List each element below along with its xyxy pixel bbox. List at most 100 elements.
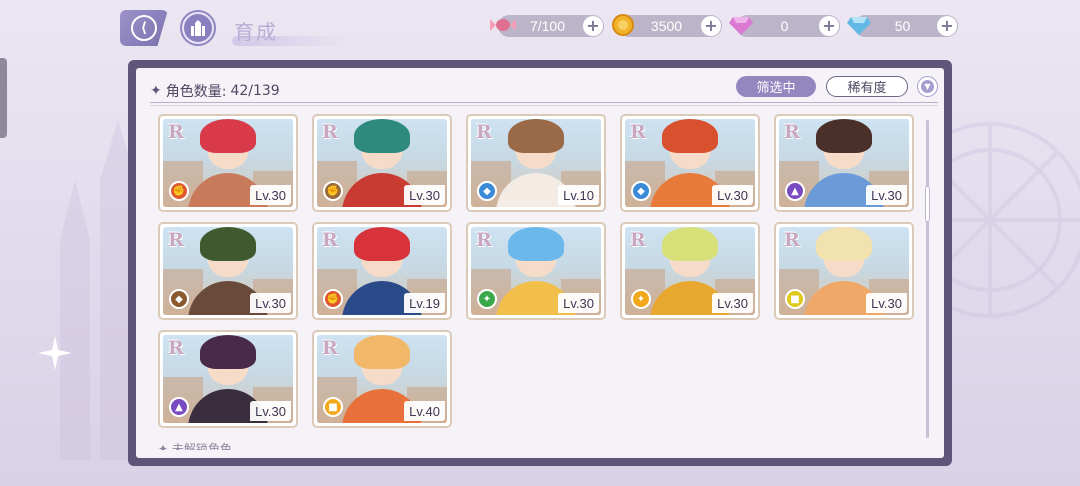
rarity-badge: R [784,121,800,143]
fist-icon: ✊ [323,181,343,201]
book-icon: ■ [323,397,343,417]
level-badge: Lv.30 [866,185,907,205]
character-card[interactable]: R ✊ Lv.19 [312,222,452,320]
add-pink-gem-button[interactable]: + [819,16,839,36]
character-portrait: R ✊ Lv.30 [317,119,447,207]
castle-home-icon [191,20,205,36]
home-button[interactable] [180,10,216,46]
back-button[interactable]: ⟨ [120,10,168,46]
character-hair [508,119,564,153]
character-hair [354,119,410,153]
rarity-badge: R [168,337,184,359]
wand-icon: ✦ [477,289,497,309]
character-hair [662,119,718,153]
shield-icon: ◆ [477,181,497,201]
character-card[interactable]: R ■ Lv.30 [774,222,914,320]
sort-order-button[interactable]: ▼ [917,76,938,97]
character-card[interactable]: R ◆ Lv.10 [466,114,606,212]
add-blue-gem-button[interactable]: + [937,16,957,36]
character-card[interactable]: R ◆ Lv.30 [620,114,760,212]
add-stamina-button[interactable]: + [583,16,603,36]
rarity-badge: R [476,229,492,251]
character-portrait: R ■ Lv.40 [317,335,447,423]
character-count: ✦ 角色数量: 42/139 [150,83,280,100]
rarity-badge: R [784,229,800,251]
fist-icon: ✊ [323,289,343,309]
character-hair [354,335,410,369]
rarity-badge: R [630,229,646,251]
character-portrait: R ✊ Lv.30 [163,119,293,207]
character-panel: ✦ 角色数量: 42/139 筛选中 稀有度 ▼ R ✊ Lv.30 R ✊ Lv.30 R… [128,60,952,466]
rarity-badge: R [322,121,338,143]
rarity-badge: R [322,337,338,359]
character-portrait: R ✊ Lv.19 [317,227,447,315]
blue-diamond-icon [846,12,872,38]
divider [150,102,938,103]
character-hair [200,227,256,261]
filter-button[interactable]: 筛选中 [736,76,816,97]
star-bullet-icon: ✦ [158,442,169,450]
character-card[interactable]: R ✦ Lv.30 [466,222,606,320]
rarity-sort-button[interactable]: 稀有度 [826,76,908,97]
scrollbar-thumb[interactable] [925,186,930,222]
gold-coin-icon [610,12,636,38]
character-card[interactable]: R ✊ Lv.30 [312,114,452,212]
currency-blue-gem: 50 + [847,15,958,37]
character-card[interactable]: R ✊ Lv.30 [158,114,298,212]
add-gold-button[interactable]: + [701,16,721,36]
character-portrait: R ◆ Lv.30 [163,227,293,315]
character-card[interactable]: R ◆ Lv.30 [158,222,298,320]
star-bullet-icon: ✦ [150,83,162,99]
shield-icon: ◆ [169,289,189,309]
boot-icon: ▲ [169,397,189,417]
character-portrait: R ✦ Lv.30 [625,227,755,315]
level-badge: Lv.30 [250,185,291,205]
level-badge: Lv.30 [712,185,753,205]
character-hair [816,227,872,261]
rarity-badge: R [476,121,492,143]
character-hair [662,227,718,261]
level-badge: Lv.19 [404,293,445,313]
side-drawer-tab[interactable] [0,58,7,138]
title-flourish [232,36,352,46]
character-portrait: R ◆ Lv.10 [471,119,601,207]
rarity-badge: R [168,229,184,251]
chevron-down-icon: ▼ [921,80,934,93]
character-grid: R ✊ Lv.30 R ✊ Lv.30 R ◆ Lv.10 R ◆ Lv.30 R ▲ Lv.30 R ◆ Lv.… [150,110,920,446]
character-portrait: R ▲ Lv.30 [779,119,909,207]
character-portrait: R ▲ Lv.30 [163,335,293,423]
character-card[interactable]: R ■ Lv.40 [312,330,452,428]
locked-characters-label: ✦ 未解锁角色 [158,440,232,450]
character-hair [354,227,410,261]
level-badge: Lv.30 [250,293,291,313]
level-badge: Lv.30 [250,401,291,421]
sparkle-icon [38,336,72,370]
character-card[interactable]: R ✦ Lv.30 [620,222,760,320]
rarity-badge: R [630,121,646,143]
level-badge: Lv.30 [866,293,907,313]
currency-gold: 3500 + [612,14,722,37]
currency-pink-gem: 0 + [729,15,840,37]
pink-diamond-icon [728,12,754,38]
character-card[interactable]: R ▲ Lv.30 [774,114,914,212]
level-badge: Lv.10 [558,185,599,205]
boot-icon: ▲ [785,181,805,201]
character-hair [816,119,872,153]
character-portrait: R ■ Lv.30 [779,227,909,315]
character-hair [508,227,564,261]
level-badge: Lv.30 [404,185,445,205]
character-hair [200,119,256,153]
divider [150,105,938,106]
scrollbar-track[interactable] [926,120,929,438]
level-badge: Lv.30 [558,293,599,313]
character-hair [200,335,256,369]
book-icon: ■ [785,289,805,309]
level-badge: Lv.40 [404,401,445,421]
level-badge: Lv.30 [712,293,753,313]
shield-icon: ◆ [631,181,651,201]
rarity-badge: R [168,121,184,143]
rarity-badge: R [322,229,338,251]
back-arrow-icon: ⟨ [131,15,157,41]
character-card[interactable]: R ▲ Lv.30 [158,330,298,428]
currency-stamina: 7/100 + [490,15,604,37]
